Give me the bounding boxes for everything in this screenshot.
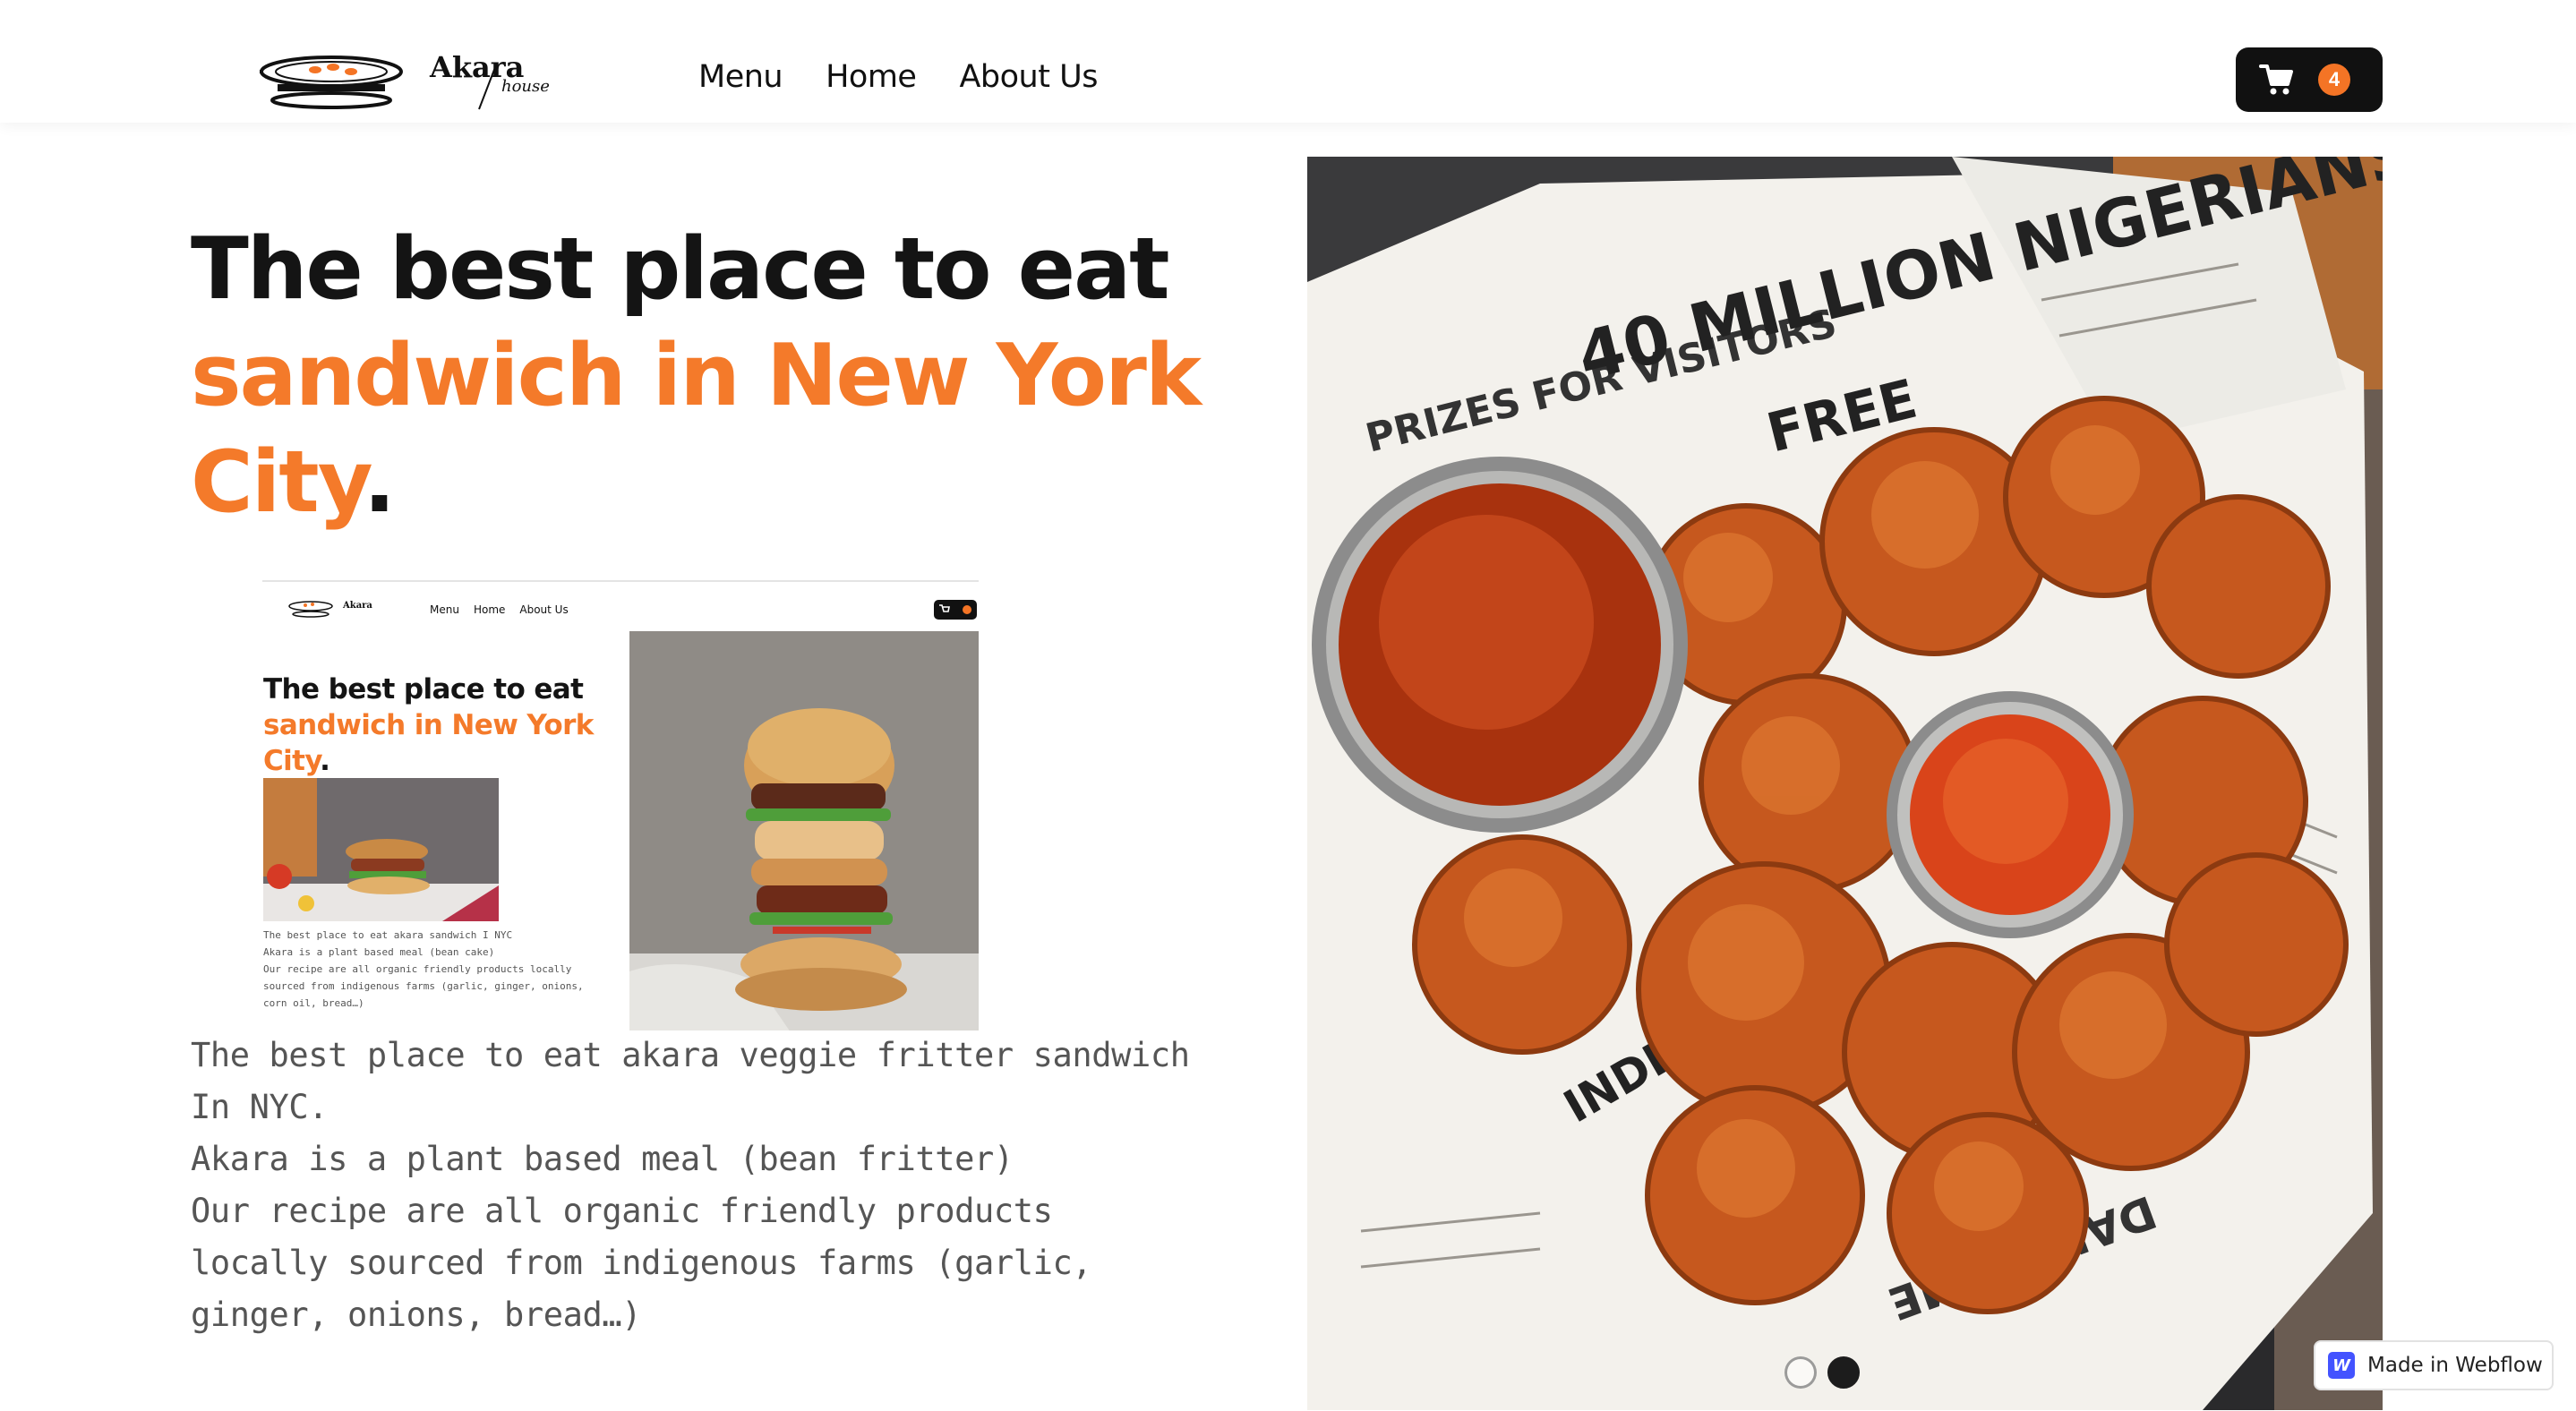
preview-logo: Akara <box>288 601 372 618</box>
preview-burger-stack-photo <box>629 631 979 1030</box>
hero-heading-line1: The best place to eat <box>191 220 1170 319</box>
slider-dot-2[interactable] <box>1827 1356 1860 1389</box>
preview-nav-about: About Us <box>519 603 569 616</box>
hero-food-photo: PRIZES FOR VISITORS 40 MILLION NIGERIANS… <box>1307 157 2383 1410</box>
slider-dots <box>1784 1356 1860 1389</box>
preview-navbar: Akara Menu Home About Us <box>262 582 979 627</box>
preview-cart <box>934 600 977 620</box>
navbar: Akara house Menu Home About Us 4 <box>0 0 2576 123</box>
preview-desc-line3: Our recipe are all organic friendly prod… <box>263 963 584 1009</box>
preview-heading-period: . <box>320 745 330 777</box>
cart-icon <box>2259 64 2293 95</box>
logo-script: house <box>501 77 550 96</box>
preview-desc-line1: The best place to eat akara sandwich I N… <box>263 929 513 941</box>
brand-logo[interactable]: Akara house <box>256 45 555 111</box>
pan-logo-icon <box>256 56 403 109</box>
nav-link-menu[interactable]: Menu <box>698 59 783 95</box>
main-nav: Menu Home About Us <box>698 59 1098 95</box>
site-preview-image: Akara Menu Home About Us The best place … <box>262 580 979 1030</box>
hero-heading-accent: sandwich in New York City <box>191 327 1202 532</box>
preview-nav-menu: Menu <box>430 603 459 616</box>
hero-desc-line3: Our recipe are all organic friendly prod… <box>191 1192 1092 1334</box>
nav-link-about[interactable]: About Us <box>959 59 1098 95</box>
webflow-badge-label: Made in Webflow <box>2367 1354 2543 1377</box>
preview-desc-line2: Akara is a plant based meal (bean cake) <box>263 946 495 958</box>
slider-dot-1[interactable] <box>1784 1356 1817 1389</box>
preview-heading: The best place to eat sandwich in New Yor… <box>263 671 621 779</box>
preview-nav-links: Menu Home About Us <box>430 603 569 616</box>
webflow-icon: W <box>2328 1352 2355 1379</box>
hero-heading-period: . <box>363 433 396 532</box>
hero-desc-line1: The best place to eat akara veggie fritt… <box>191 1036 1190 1126</box>
svg-text:Akara: Akara <box>342 601 372 611</box>
nav-link-home[interactable]: Home <box>826 59 917 95</box>
hero-description: The best place to eat akara veggie fritt… <box>191 1030 1194 1341</box>
hero-desc-line2: Akara is a plant based meal (bean fritte… <box>191 1140 1014 1178</box>
cart-count-badge: 4 <box>2318 64 2350 96</box>
preview-burger-photo <box>263 778 499 921</box>
preview-description: The best place to eat akara sandwich I N… <box>263 927 595 1012</box>
preview-nav-home: Home <box>473 603 506 616</box>
preview-heading-line1: The best place to eat <box>263 673 584 706</box>
cart-button[interactable]: 4 <box>2236 47 2383 112</box>
made-in-webflow-badge[interactable]: W Made in Webflow <box>2314 1340 2554 1390</box>
hero-heading: The best place to eat sandwich in New Yor… <box>191 217 1229 536</box>
preview-heading-accent: sandwich in New York City <box>263 709 594 777</box>
preview-cart-dot <box>963 605 971 614</box>
preview-cart-icon <box>939 604 950 612</box>
